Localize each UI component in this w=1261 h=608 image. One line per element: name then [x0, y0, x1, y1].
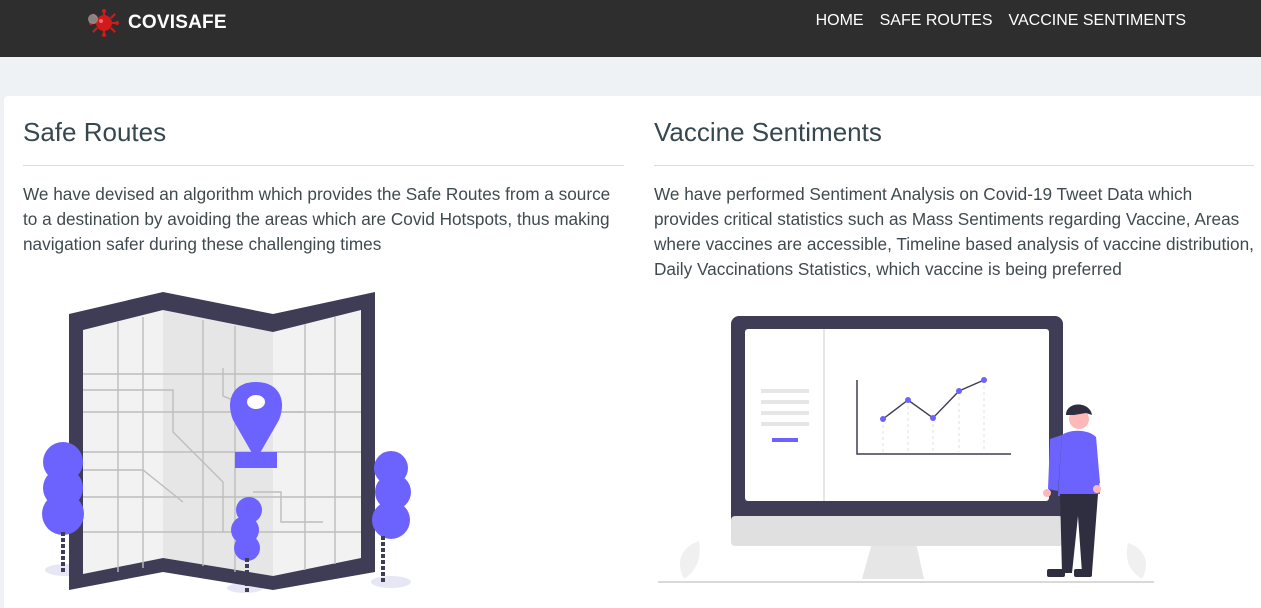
nav-home[interactable]: HOME — [816, 12, 864, 30]
vaccine-sentiments-title: Vaccine Sentiments — [654, 117, 882, 147]
nav-links: HOME SAFE ROUTES VACCINE SENTIMENTS — [800, 12, 1186, 30]
vaccine-sentiments-description: We have performed Sentiment Analysis on … — [654, 184, 1254, 279]
brand[interactable]: COVISAFE — [84, 8, 227, 38]
divider — [23, 165, 624, 166]
safe-routes-section: Safe Routes We have devised an algorithm… — [23, 96, 624, 257]
nav-vaccine-sentiments[interactable]: VACCINE SENTIMENTS — [1009, 12, 1187, 30]
safe-routes-description: We have devised an algorithm which provi… — [23, 184, 611, 254]
navbar: COVISAFE HOME SAFE ROUTES VACCINE SENTIM… — [0, 0, 1261, 57]
map-pin-icon — [42, 292, 411, 593]
monitor-chart-icon — [658, 316, 1154, 583]
virus-icon — [88, 9, 119, 37]
vaccine-sentiments-section: Vaccine Sentiments We have performed Sen… — [654, 96, 1254, 282]
divider — [654, 165, 1254, 166]
content-card: Safe Routes We have devised an algorithm… — [4, 96, 1261, 608]
safe-routes-title: Safe Routes — [23, 117, 167, 147]
brand-name: COVISAFE — [128, 12, 227, 33]
nav-safe-routes[interactable]: SAFE ROUTES — [880, 12, 993, 30]
